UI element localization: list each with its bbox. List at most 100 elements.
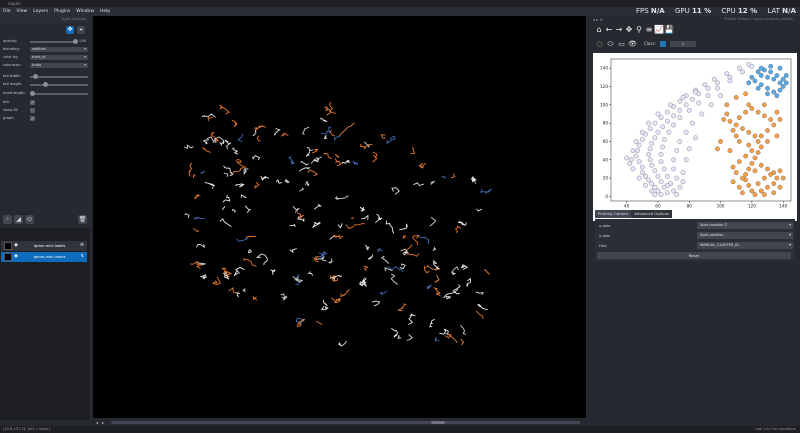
dock-float-icon[interactable]: ◂ ▸ × [593, 16, 603, 23]
reset-button[interactable]: Reset [597, 252, 791, 259]
pan-icon[interactable]: ✥ [624, 25, 634, 35]
viewer-canvas[interactable] [93, 16, 586, 418]
scatter-point-series-0 [665, 118, 670, 124]
menu-help[interactable]: Help [97, 7, 113, 16]
scatter-point-series-0 [655, 129, 661, 135]
track-line [193, 227, 199, 232]
scatter-point-series-0 [671, 166, 676, 172]
tail-length-slider-track[interactable] [30, 84, 88, 86]
configure-icon[interactable]: ≡ [644, 25, 654, 35]
scatter-point-series-1 [768, 172, 773, 177]
y-axis-select[interactable]: Spot position [697, 232, 793, 239]
scatter-point-series-1 [730, 164, 736, 170]
track-line [484, 268, 490, 275]
track-line [236, 237, 249, 242]
forward-icon[interactable]: → [614, 25, 624, 35]
zoom-icon[interactable]: ⚲ [634, 25, 644, 35]
labels-layer-icon: ⟳ [80, 243, 84, 248]
ellipse-icon[interactable]: ⬭ [605, 39, 616, 49]
head-length-slider-track[interactable] [30, 93, 88, 95]
scatter-plot: 40 60 80 100 120 140 0 20 40 60 80 100 120 140 [600, 58, 792, 209]
track-line [364, 244, 370, 251]
visibility-eye-icon[interactable]: ◉ [14, 252, 18, 262]
tail-width-row: tail width: [3, 73, 88, 80]
save-icon[interactable]: 💾 [664, 25, 674, 35]
home-icon[interactable]: ⌂ [594, 25, 604, 35]
head-length-slider-handle[interactable] [30, 91, 35, 96]
new-labels-icon[interactable]: ⬭ [25, 215, 34, 224]
hue-select[interactable]: MANUAL_CLUSTER_ID [697, 242, 793, 249]
class-color-swatch [660, 41, 666, 47]
new-points-icon[interactable]: ⁘ [3, 215, 12, 224]
menu-layers[interactable]: Layers [30, 7, 51, 16]
scatter-point-series-0 [636, 142, 642, 148]
track-line [457, 220, 467, 226]
track-line [247, 248, 252, 254]
tab-advanced-options[interactable]: Advanced Options [631, 210, 672, 218]
x-axis-select[interactable]: Spot position Z [697, 222, 793, 229]
scatter-point-series-0 [636, 159, 642, 164]
scatter-point-series-0 [715, 80, 720, 86]
pan-zoom-icon[interactable]: ✥ [66, 26, 74, 34]
eye-icon[interactable]: 👁 [627, 39, 638, 49]
track-line [231, 208, 237, 213]
dimension-slider-handle[interactable] [431, 421, 445, 424]
scatter-point-series-1 [768, 117, 773, 122]
visibility-eye-icon[interactable]: ◉ [14, 241, 18, 251]
show-id-checkbox[interactable] [30, 108, 35, 113]
scatter-point-series-0 [680, 170, 686, 175]
tab-plotting-options[interactable]: Plotting Options [595, 210, 632, 218]
scatter-plot-area[interactable]: 40 60 80 100 120 140 0 20 40 60 80 100 120 140 [593, 53, 797, 221]
track-line [476, 208, 482, 212]
menu-file[interactable]: File [0, 7, 14, 16]
menu-view[interactable]: View [14, 7, 31, 16]
tail-width-slider-track[interactable] [30, 76, 88, 78]
opacity-slider-track[interactable] [30, 41, 76, 43]
class-spinbox[interactable]: 1 [670, 41, 696, 47]
track-line [399, 223, 408, 231]
scatter-point-series-1 [743, 172, 748, 177]
track-line [200, 170, 206, 175]
graph-checkbox[interactable]: ✓ [30, 116, 35, 121]
scatter-point-series-0 [683, 102, 689, 108]
tail-checkbox[interactable]: ✓ [30, 100, 35, 105]
tail-width-slider-handle[interactable] [33, 74, 38, 79]
axes-edit-icon[interactable]: 📈 [654, 25, 664, 35]
track-line [221, 206, 226, 211]
menu-plugins[interactable]: Plugins [51, 7, 73, 16]
scatter-point-series-0 [740, 69, 745, 75]
scatter-point-series-0 [647, 126, 653, 131]
dimension-slider-track[interactable] [111, 421, 580, 424]
back-icon[interactable]: ← [604, 25, 614, 35]
transform-icon[interactable]: ⌖ [77, 26, 85, 34]
opacity-row: opacity: 1.00 [3, 38, 87, 45]
blending-select[interactable]: additive [30, 47, 88, 52]
opacity-value: 1.00 [79, 39, 87, 43]
track-line [194, 194, 201, 200]
scatter-point-series-0 [677, 107, 683, 113]
layer-item-tracks[interactable]: ◉ tgmm-mini tracks ↯ [1, 252, 87, 262]
delete-layer-icon[interactable]: 🗑 [78, 215, 87, 224]
rectangle-icon[interactable]: ▭ [616, 39, 627, 49]
colormap-select[interactable]: turbo [30, 63, 88, 68]
new-shapes-icon[interactable]: ◢ [14, 215, 23, 224]
track-line [413, 182, 425, 187]
arrow-cursor-icon [472, 176, 479, 185]
track-line [284, 178, 290, 184]
scatter-point-series-0 [749, 64, 755, 69]
layer-list: ◉ tgmm-mini labels ⟳ ◉ tgmm-mini tracks … [0, 228, 90, 420]
scatter-point-series-0 [649, 181, 655, 186]
scatter-point-series-0 [699, 111, 705, 117]
track-line [280, 132, 289, 137]
opacity-slider-handle[interactable] [73, 39, 78, 44]
layer-item-labels[interactable]: ◉ tgmm-mini labels ⟳ [1, 241, 87, 251]
scatter-point-series-0 [624, 155, 629, 161]
scatter-point-series-0 [671, 122, 676, 128]
cpu-label: CPU [721, 7, 736, 15]
scatter-point-series-0 [643, 183, 648, 188]
track-line [450, 173, 456, 179]
color-by-select[interactable]: track_id [30, 55, 88, 60]
lasso-icon[interactable]: ◌ [594, 39, 605, 49]
tail-length-slider-handle[interactable] [43, 82, 48, 87]
menu-window[interactable]: Window [73, 7, 97, 16]
